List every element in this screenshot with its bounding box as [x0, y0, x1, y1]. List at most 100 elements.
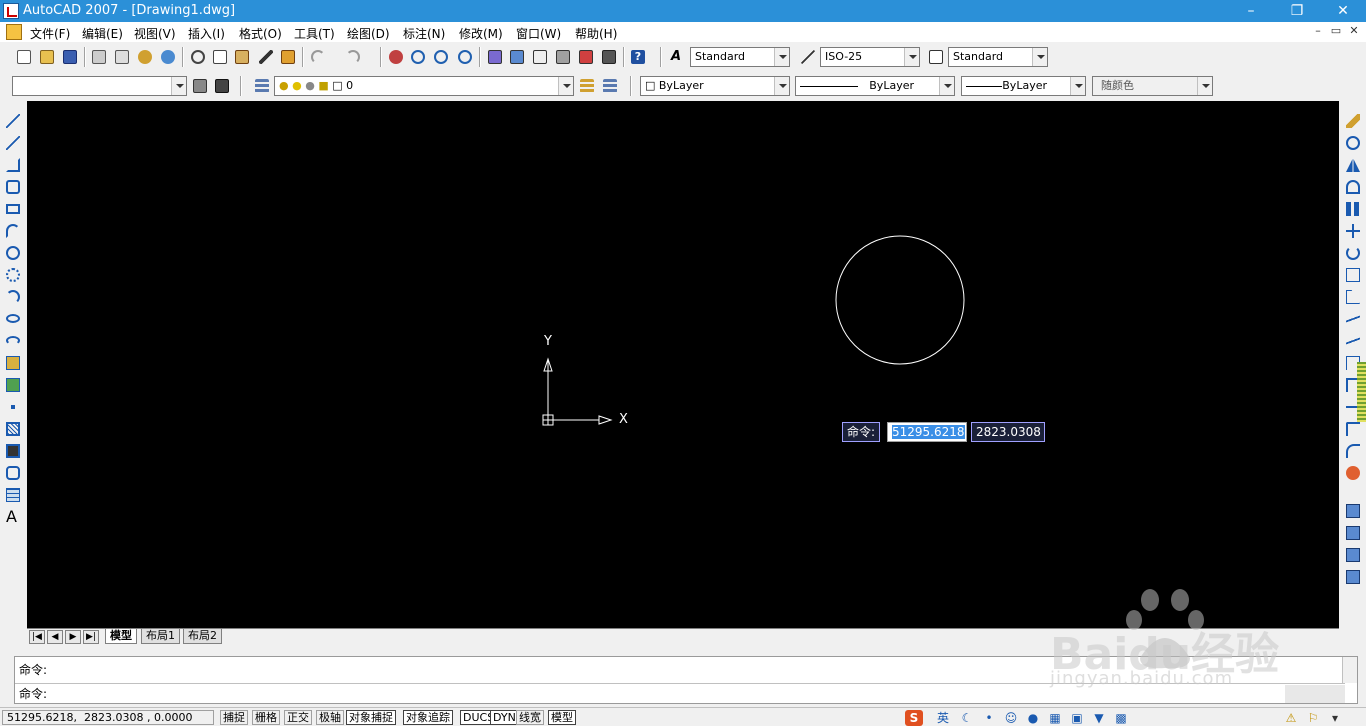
layer-select[interactable]: ● ● ● ■ □ 0 [274, 76, 574, 96]
status-tray-icon[interactable]: ⚐ [1304, 710, 1322, 726]
offset-icon[interactable] [1343, 177, 1363, 197]
help-icon[interactable]: ? [628, 47, 648, 67]
trim-icon[interactable] [1343, 309, 1363, 329]
menu-insert[interactable]: 插入(I) [188, 25, 225, 42]
close-button[interactable]: ✕ [1320, 0, 1366, 22]
send-to-back-icon[interactable] [1343, 523, 1363, 543]
arc-icon[interactable] [3, 221, 23, 241]
block-editor-icon[interactable] [278, 47, 298, 67]
punctuation-icon[interactable]: • [980, 710, 998, 726]
table-style-icon[interactable] [926, 47, 946, 67]
text-style-icon[interactable]: A [668, 47, 688, 67]
open-icon[interactable] [37, 47, 57, 67]
lineweight-toggle[interactable]: 线宽 [516, 710, 544, 725]
tab-layout1[interactable]: 布局1 [141, 629, 180, 644]
osnap-toggle[interactable]: 对象捕捉 [346, 710, 396, 725]
menu-file[interactable]: 文件(F) [30, 25, 70, 42]
otrack-toggle[interactable]: 对象追踪 [403, 710, 453, 725]
zoom-realtime-icon[interactable] [408, 47, 428, 67]
command-input-line[interactable]: 命令: [19, 685, 47, 702]
lineweight-control-select[interactable]: ByLayer [961, 76, 1086, 96]
extend-icon[interactable] [1343, 331, 1363, 351]
dim-style-select[interactable]: ISO-25 [820, 47, 920, 67]
paste-icon[interactable] [232, 47, 252, 67]
command-hscrollbar[interactable] [1285, 685, 1345, 703]
3d-dwf-icon[interactable] [158, 47, 178, 67]
menu-edit[interactable]: 编辑(E) [82, 25, 123, 42]
make-block-icon[interactable] [3, 375, 23, 395]
restore-button[interactable]: ❐ [1274, 0, 1320, 22]
zoom-previous-icon[interactable] [455, 47, 475, 67]
array-icon[interactable] [1343, 199, 1363, 219]
dynamic-input-y-field[interactable]: 2823.0308 [971, 422, 1045, 442]
drawing-canvas[interactable]: Y X 命令: 51295.6218 2823.0308 [27, 101, 1339, 628]
next-tab-button[interactable]: ▶ [65, 630, 81, 644]
line-icon[interactable] [3, 111, 23, 131]
cut-icon[interactable] [188, 47, 208, 67]
keyboard-icon[interactable]: ▦ [1046, 710, 1064, 726]
linetype-control-select[interactable]: ByLayer [795, 76, 955, 96]
match-properties-icon[interactable] [256, 47, 276, 67]
minimize-button[interactable]: – [1228, 0, 1274, 22]
text-style-select[interactable]: Standard [690, 47, 790, 67]
redo-icon[interactable] [343, 47, 363, 67]
moon-icon[interactable]: ☾ [958, 710, 976, 726]
workspace-select[interactable] [12, 76, 187, 96]
ellipse-icon[interactable] [3, 309, 23, 329]
ime-language-indicator[interactable]: 英 [934, 710, 952, 726]
menu-view[interactable]: 视图(V) [134, 25, 176, 42]
design-center-icon[interactable] [507, 47, 527, 67]
point-icon[interactable] [3, 397, 23, 417]
first-tab-button[interactable]: |◀ [29, 630, 45, 644]
command-window[interactable]: 命令: 命令: [14, 656, 1358, 704]
insert-block-icon[interactable] [3, 353, 23, 373]
hatch-icon[interactable] [3, 419, 23, 439]
menu-help[interactable]: 帮助(H) [575, 25, 617, 42]
copy-object-icon[interactable] [1343, 133, 1363, 153]
color-control-select[interactable]: □ ByLayer [640, 76, 790, 96]
plot-preview-icon[interactable] [112, 47, 132, 67]
document-icon[interactable] [6, 24, 22, 40]
mdi-close-button[interactable]: ✕ [1347, 24, 1361, 37]
explode-icon[interactable] [1343, 463, 1363, 483]
erase-icon[interactable] [1343, 111, 1363, 131]
send-under-icon[interactable] [1343, 567, 1363, 587]
circle-icon[interactable] [3, 243, 23, 263]
last-tab-button[interactable]: ▶| [83, 630, 99, 644]
stretch-icon[interactable] [1343, 287, 1363, 307]
mdi-restore-button[interactable]: ▭ [1329, 24, 1343, 37]
publish-icon[interactable] [135, 47, 155, 67]
bring-above-icon[interactable] [1343, 545, 1363, 565]
microphone-icon[interactable]: ● [1024, 710, 1042, 726]
sogou-ime-icon[interactable]: S [905, 710, 923, 726]
plot-icon[interactable] [89, 47, 109, 67]
tool-palettes-icon[interactable] [530, 47, 550, 67]
status-menu-arrow-icon[interactable]: ▾ [1326, 710, 1344, 726]
dyn-toggle[interactable]: DYN [490, 710, 519, 725]
rectangle-icon[interactable] [3, 199, 23, 219]
lock-toolbar-icon[interactable]: ⚠ [1282, 710, 1300, 726]
polyline-icon[interactable] [3, 155, 23, 175]
calculator-icon[interactable] [599, 47, 619, 67]
multiline-text-icon[interactable]: A [3, 507, 23, 527]
undo-icon[interactable] [308, 47, 328, 67]
ellipse-arc-icon[interactable] [3, 331, 23, 351]
spline-icon[interactable] [3, 287, 23, 307]
sheet-set-icon[interactable] [553, 47, 573, 67]
model-toggle[interactable]: 模型 [548, 710, 576, 725]
menu-window[interactable]: 窗口(W) [516, 25, 561, 42]
toolbox-icon[interactable]: ▣ [1068, 710, 1086, 726]
plotstyle-control-select[interactable]: 随颜色 [1092, 76, 1213, 96]
smiley-icon[interactable]: ☺ [1002, 710, 1020, 726]
chamfer-icon[interactable] [1343, 419, 1363, 439]
fillet-icon[interactable] [1343, 441, 1363, 461]
make-current-layer-icon[interactable] [577, 76, 597, 96]
grid-toggle[interactable]: 栅格 [252, 710, 280, 725]
zoom-window-icon[interactable] [431, 47, 451, 67]
menu-format[interactable]: 格式(O) [239, 25, 282, 42]
dynamic-input-x-field[interactable]: 51295.6218 [887, 422, 967, 442]
properties-icon[interactable] [485, 47, 505, 67]
pan-icon[interactable] [386, 47, 406, 67]
prev-tab-button[interactable]: ◀ [47, 630, 63, 644]
copy-icon[interactable] [210, 47, 230, 67]
